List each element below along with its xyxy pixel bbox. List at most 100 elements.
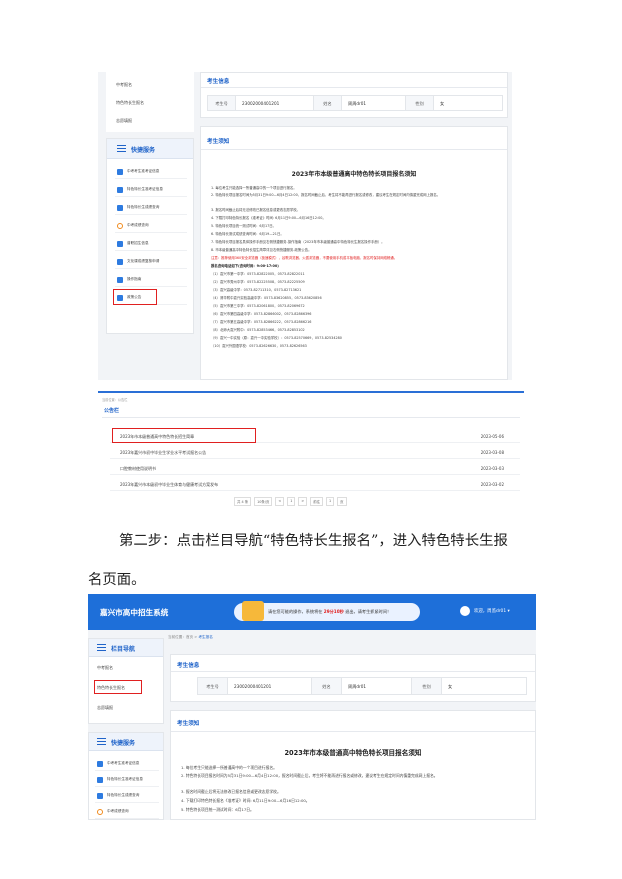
- divider: [201, 149, 507, 150]
- quick-services-header: 快捷服务: [107, 139, 193, 159]
- notice-line: 8. 市本级普通高中特色特长招生简章详见右侧快捷服务-政策公告。: [211, 248, 312, 252]
- screenshot-student-notice: 中考报名 特色特长生报名 志愿填报 快捷服务 中考考生准考证信息 特色特长生准考…: [98, 72, 512, 380]
- notice-warning: 注意：推荐使用360安全浏览器（极速模式），谷歌浏览器，火狐浏览器，不要使用手机…: [211, 256, 398, 260]
- notice-line: 6. 特色特长测试成绩查询时间：6月19—21日。: [211, 232, 284, 236]
- breadcrumb: 当前位置：公告栏: [102, 398, 128, 402]
- value-exam-number: 23002000401201: [236, 96, 314, 110]
- quick-service-item[interactable]: 文化课成绩复核申请: [115, 255, 187, 269]
- list-item-date: 2023-03-02: [480, 482, 504, 487]
- quick-service-label: 特色特长生准考证信息: [127, 187, 163, 191]
- notice-line: 7. 特色特长项目报名具体操作手册见右侧快捷服务-操作指南（2023年市本级普通…: [211, 240, 385, 244]
- divider: [171, 731, 535, 732]
- quick-service-item[interactable]: 特色特长生成绩查询: [115, 201, 187, 215]
- quick-service-item[interactable]: 特色特长生准考证信息: [115, 183, 187, 197]
- column-nav-header: 栏目导航: [89, 639, 163, 657]
- guide-icon: [117, 277, 123, 283]
- divider: [171, 671, 535, 672]
- notice-panel: 考生须知 2023年市本级普通高中特色特长项目报名须知 1. 每位考生只能选择一…: [170, 710, 536, 820]
- list-item[interactable]: 口腔教材使用说明书 2023-03-03: [110, 461, 520, 475]
- sidebar-item-exam-registration[interactable]: 中考报名: [116, 82, 132, 88]
- quick-service-item[interactable]: 特色特长生准考证信息: [95, 773, 159, 787]
- notice-line: 1. 每位考生只能选择一所普通高中的一个项目进行报名。: [211, 186, 297, 190]
- search-icon: [97, 809, 103, 815]
- quick-service-label: 特色特长生成绩查询: [107, 793, 140, 797]
- document-icon: [97, 777, 103, 783]
- list-item-title[interactable]: 2023年嘉兴市初中毕业生学业水平考试报名公告: [120, 450, 206, 456]
- sidebar-item-volunteer-fill[interactable]: 志愿填报: [116, 118, 132, 124]
- quick-service-item[interactable]: 中考考生准考证信息: [115, 165, 187, 179]
- label-exam-number: 考生号: [208, 96, 236, 110]
- top-bar: 嘉兴市高中招生系统 请在您可能的操作，系统将在 29分10秒 退出，请考生抓紧时…: [88, 594, 536, 630]
- value-gender: 女: [440, 101, 445, 106]
- menu-icon: [97, 738, 106, 745]
- quick-service-item[interactable]: 中考成绩查询: [115, 219, 187, 233]
- quick-services-header: 快捷服务: [89, 733, 163, 751]
- quick-services-panel: 快捷服务 中考考生准考证信息 特色特长生准考证信息 特色特长生成绩查询 中考成绩…: [106, 138, 194, 334]
- info-icon: [117, 241, 123, 247]
- quick-service-label: 中考成绩查询: [127, 223, 149, 227]
- document-icon: [117, 187, 123, 193]
- pager-page-1[interactable]: 1: [287, 497, 296, 506]
- sidebar-item-specialty-registration[interactable]: 特色特长生报名: [116, 100, 144, 106]
- clock-icon: [242, 601, 264, 621]
- value-name: 周周dr01: [342, 678, 412, 694]
- quick-service-label: 操作指南: [127, 277, 142, 281]
- notice-contact: （4）清华附中嘉兴实验高级中学：0573-83620855，0573-83620…: [211, 296, 322, 300]
- notice-contact-heading: 报名咨询电话如下(咨询时间：9:00-17:00): [211, 264, 279, 268]
- list-item[interactable]: 2023年嘉兴市本级初中毕业生体育与健康考试方案发布 2023-03-02: [110, 477, 520, 491]
- quick-service-label: 文化课成绩复核申请: [127, 259, 160, 263]
- pager-goto-input[interactable]: 1: [326, 497, 335, 506]
- pager-next-button[interactable]: >: [298, 497, 308, 506]
- value-exam-number: 23002000401201: [228, 678, 312, 694]
- quick-service-label: 中考考生准考证信息: [127, 169, 160, 173]
- notice-contact: （6）嘉兴市第四高级中学：0573-82866002，0573-82866396: [211, 312, 312, 316]
- notice-line: 2. 特色特长项目报名时间为5月31日9:00—6月4日12:00，报名时间截止…: [181, 773, 438, 778]
- exam-info-title: 考生信息: [207, 79, 230, 85]
- notice-line: 4. 下载打印特色特长报名《准考证》时间: 6月11日9:00—6月16日12:…: [181, 798, 310, 803]
- list-item-title[interactable]: 口腔教材使用说明书: [120, 466, 156, 472]
- document-icon: [97, 761, 103, 767]
- pagination: 共 4 条 10条/页 < 1 > 前往 1 页: [234, 497, 347, 506]
- menu-icon: [97, 644, 106, 651]
- label-exam-number: 考生号: [198, 678, 228, 694]
- exam-info-title: 考生信息: [177, 663, 200, 669]
- notice-contact: （9）嘉兴一中实验（原：嘉兴一中实验学校）：0573-82570669，0573…: [211, 336, 342, 340]
- search-icon: [117, 223, 123, 229]
- quick-service-item[interactable]: 中考考生准考证信息: [95, 757, 159, 771]
- sidebar-item-volunteer-fill[interactable]: 志愿填报: [97, 705, 113, 711]
- quick-service-item[interactable]: 操作指南: [115, 273, 187, 287]
- menu-icon: [117, 145, 126, 152]
- notice-line: 2. 特色特长项目报名时间为5月31日9:00—6月4日12:00，报名时间截止…: [211, 193, 441, 197]
- sidebar-item-exam-registration[interactable]: 中考报名: [97, 665, 113, 671]
- divider: [102, 417, 520, 418]
- notice-contact: （8）北师大嘉兴附中：0573-82853466，0573-82853102: [211, 328, 305, 332]
- list-item[interactable]: 2023年嘉兴市初中毕业生学业水平考试报名公告 2023-03-08: [110, 445, 520, 459]
- list-item-title[interactable]: 2023年嘉兴市本级初中毕业生体育与健康考试方案发布: [120, 482, 218, 488]
- notice-line: 3. 报名时间截止后将无法修改已报名信息或更改志愿学校。: [181, 789, 281, 794]
- notice-section-title: 考生须知: [207, 139, 230, 145]
- exam-info-table: 考生号 23002000401201 姓名 周周dr01 性别 女: [197, 677, 527, 695]
- quick-service-label: 特色特长生成绩查询: [127, 205, 160, 209]
- label-name: 姓名: [312, 678, 342, 694]
- breadcrumb: 当前位置：首页 > 考生报名: [168, 635, 213, 639]
- exam-info-table: 考生号 23002000401201 姓名 周周dr01 性别 女: [207, 95, 503, 111]
- user-menu[interactable]: 欢迎，周监dr01 ▾: [474, 608, 510, 614]
- announcement-title: 公告栏: [104, 408, 120, 414]
- pager-size-select[interactable]: 10条/页: [254, 497, 273, 506]
- notice-contact: （10）嘉兴外国语学校：0573-82626630，0573-82626563: [211, 344, 307, 348]
- notice-heading: 2023年市本级普通高中特色特长项目报名须知: [284, 749, 422, 757]
- quick-service-item[interactable]: 普职招生信息: [115, 237, 187, 251]
- chart-icon: [97, 793, 103, 799]
- notice-line: 5. 特色特长项目统一测试时间：6月17日。: [211, 224, 277, 228]
- pager-prev-button[interactable]: <: [275, 497, 285, 506]
- notice-contact: （3）嘉兴高级中学：0573-82711310，0573-82713621: [211, 288, 302, 292]
- quick-service-item[interactable]: 中考成绩查询: [95, 805, 159, 819]
- screenshot-announcement-list: 当前位置：公告栏 公告栏 2023年市本级普通高中特色特长招生简章 2023-0…: [98, 391, 524, 507]
- quick-service-item[interactable]: 特色特长生成绩查询: [95, 789, 159, 803]
- notice-line: 1. 每位考生只能选择一所普通高中的一个项目进行报名。: [181, 765, 277, 770]
- highlight-box: [112, 428, 256, 443]
- timer-countdown: 29分10秒: [323, 609, 344, 614]
- avatar[interactable]: [460, 606, 470, 616]
- highlight-box: [113, 289, 157, 305]
- sidebar-nav: 中考报名 特色特长生报名 志愿填报: [106, 72, 194, 132]
